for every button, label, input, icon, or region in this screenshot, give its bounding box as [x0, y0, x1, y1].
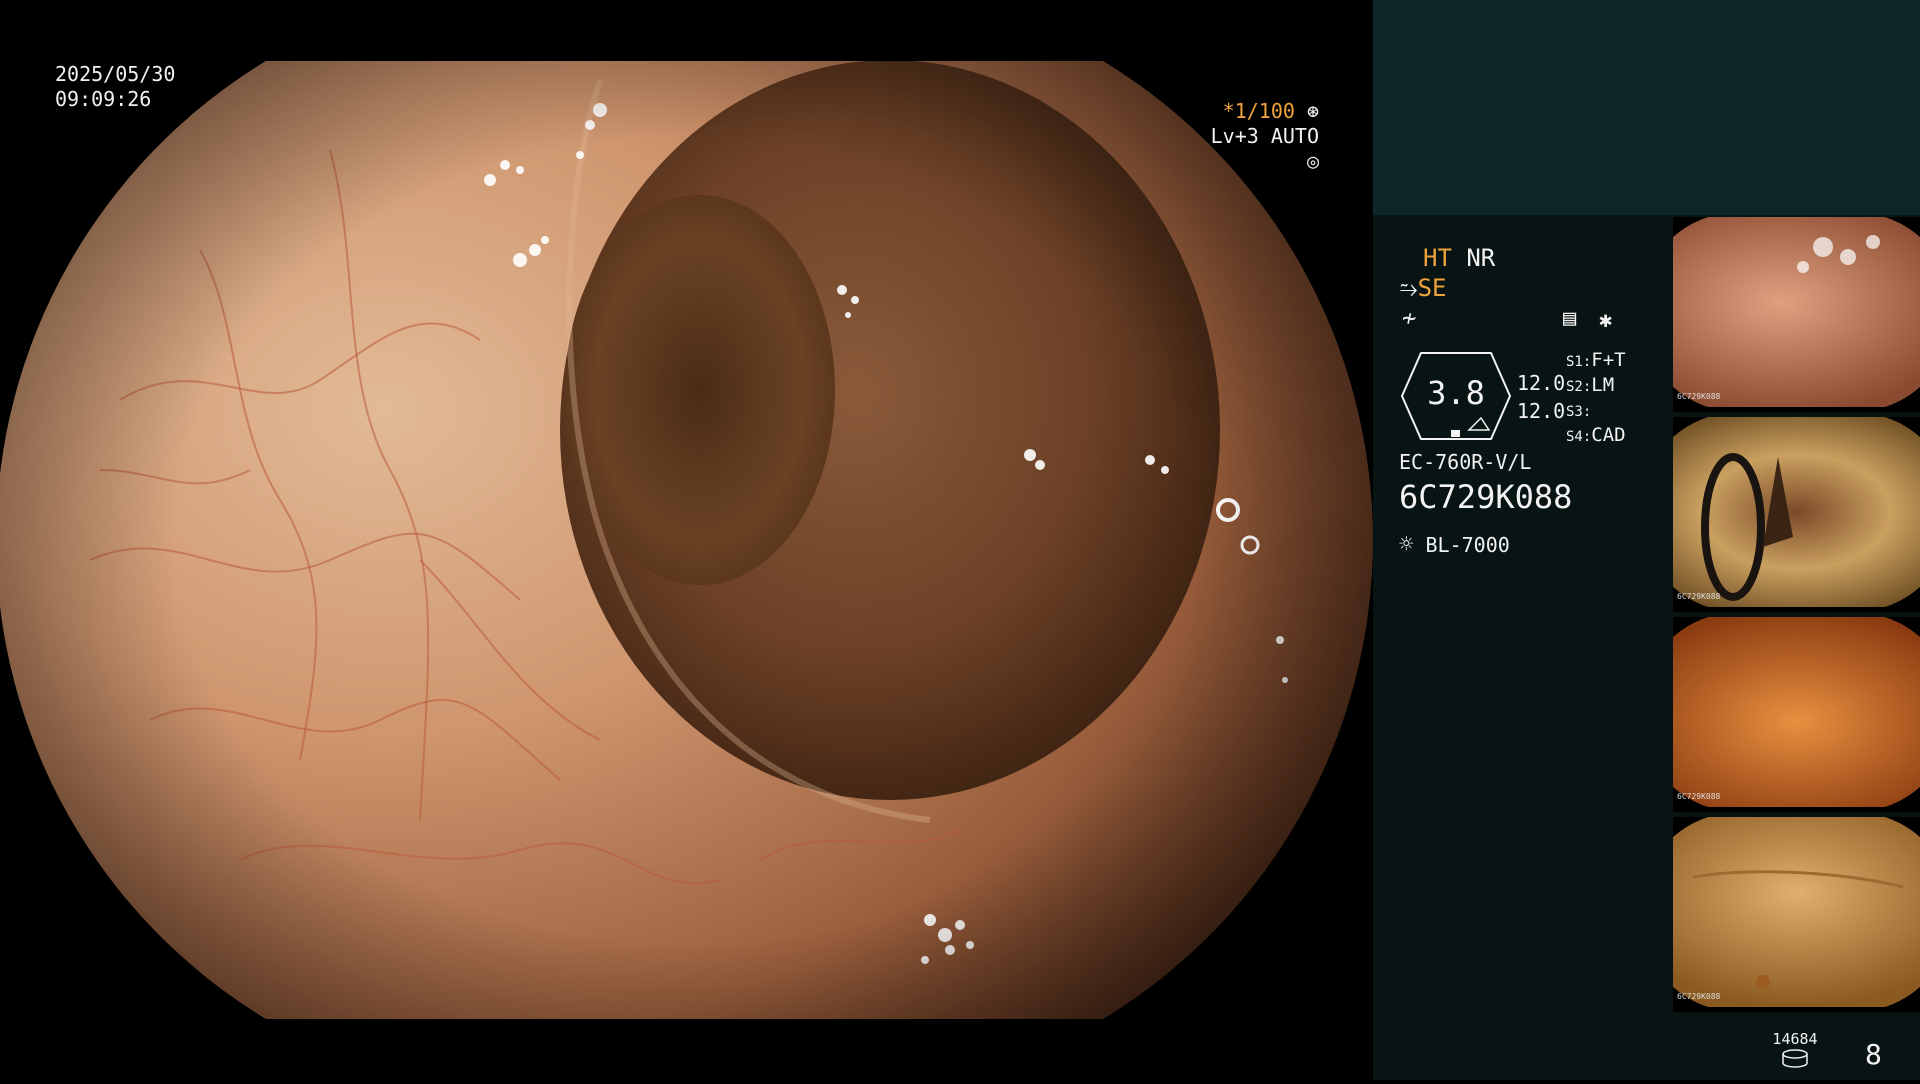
thumbnail-2[interactable]: 6C729K088: [1673, 417, 1920, 612]
thumbnail-3[interactable]: 6C729K088: [1673, 617, 1920, 812]
shutter-text: *1/100: [1222, 99, 1295, 123]
nr-label: NR: [1466, 244, 1496, 272]
enhance-text: Lv+3 AUTO: [1210, 124, 1319, 148]
settings-icon: ▤: [1563, 306, 1577, 331]
thumbnail-1[interactable]: 6C729K088: [1673, 217, 1920, 412]
scope-model: EC-760R-V/L: [1399, 450, 1532, 474]
exposure-info: *1/100 ⊛ Lv+3 AUTO ◎: [1195, 99, 1319, 174]
enhance-row: Lv+3 AUTO ◎: [1195, 124, 1319, 174]
value-1: 12.0: [1517, 371, 1566, 395]
value-2: 12.0: [1517, 399, 1566, 423]
se-label: SE: [1417, 274, 1447, 302]
time-text: 09:09:26: [55, 87, 152, 111]
ht-label: HT: [1423, 244, 1452, 272]
thumbnail-label: 6C729K088: [1677, 392, 1721, 401]
shutter-icon: ⊛: [1306, 99, 1319, 123]
setting-s4: S4:CAD: [1566, 424, 1626, 446]
scope-serial: 6C729K088: [1399, 478, 1573, 516]
thumbnail-4[interactable]: 6C729K088: [1673, 817, 1920, 1012]
filter-icon: ≁: [1402, 304, 1417, 332]
date-text: 2025/05/30: [55, 62, 176, 86]
datetime-display: 2025/05/30 09:09:26: [55, 62, 175, 112]
setting-s3: S3:: [1566, 404, 1592, 420]
thumbnail-label: 6C729K088: [1677, 592, 1721, 601]
image-count: 8: [1865, 1038, 1882, 1071]
setting-s2: S2:LM: [1566, 374, 1615, 396]
thumbnail-label: 6C729K088: [1677, 992, 1721, 1001]
storage-count: 14684: [1772, 1030, 1818, 1048]
storage-icon: [1780, 1048, 1810, 1070]
shutter-row: *1/100 ⊛: [1195, 99, 1319, 124]
light-source-label: BL-7000: [1425, 533, 1510, 557]
asterisk-icon: ✱: [1599, 308, 1613, 333]
ht-nr-row: HT NR: [1423, 244, 1495, 272]
structure-icon: ⥲: [1400, 277, 1418, 302]
colon-image: [0, 61, 1373, 1019]
light-source-icon: ☼: [1399, 530, 1414, 558]
zoom-indicator: 3.8: [1399, 350, 1513, 442]
scope-settings: S1:F+T S2:LM S3: S4:CAD: [1566, 348, 1656, 448]
setting-s1: S1:F+T: [1566, 349, 1626, 371]
se-row: ⥲SE: [1400, 274, 1447, 304]
zoom-value: 3.8: [1427, 374, 1485, 412]
thumbnail-label: 6C729K088: [1677, 792, 1721, 801]
light-source-row: ☼ BL-7000: [1399, 532, 1510, 557]
enhance-icon: ◎: [1306, 149, 1319, 173]
side-panel-header: [1373, 0, 1920, 215]
endoscope-live-view: 2025/05/30 09:09:26 *1/100 ⊛ Lv+3 AUTO ◎: [0, 0, 1373, 1080]
